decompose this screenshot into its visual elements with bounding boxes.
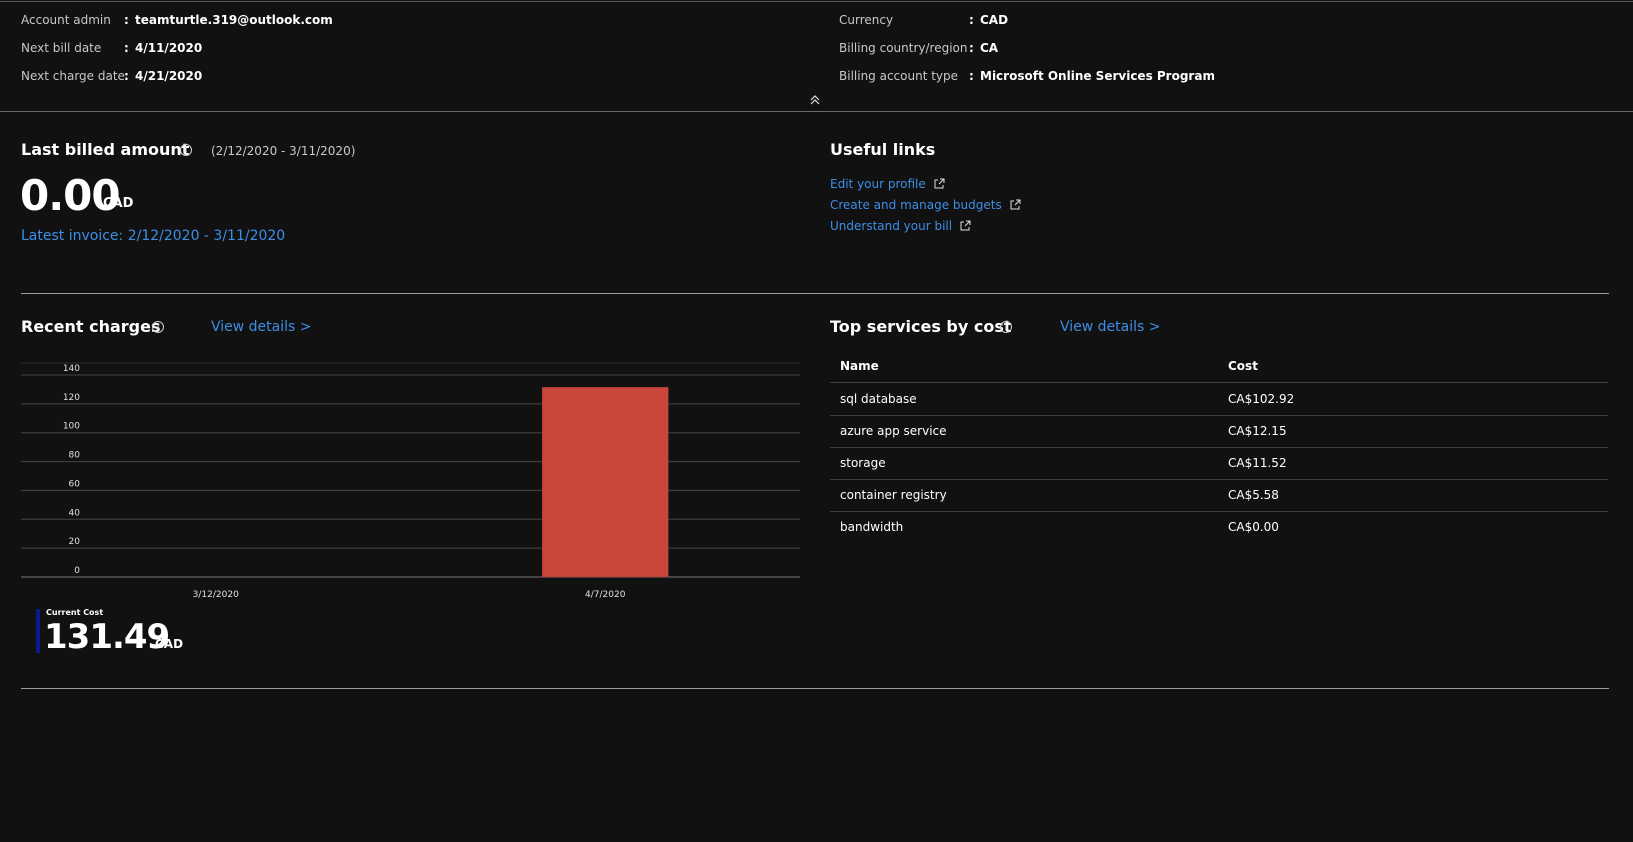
column-header-cost: Cost (1228, 359, 1258, 373)
service-name: storage (840, 456, 886, 470)
table-row: storage CA$11.52 (830, 447, 1608, 480)
billing-account-type-label: Billing account type (839, 69, 959, 83)
next-charge-date-value: 4/21/2020 (135, 69, 203, 83)
table-header-row: Name Cost (830, 350, 1608, 383)
top-services-title: Top services by cost (830, 317, 1012, 336)
service-name: container registry (840, 488, 947, 502)
latest-invoice-link[interactable]: Latest invoice: 2/12/2020 - 3/11/2020 (21, 228, 285, 244)
y-tick-label: 20 (69, 537, 81, 547)
recent-charges-view-details-link[interactable]: View details > (211, 319, 312, 335)
y-tick-label: 60 (69, 479, 81, 489)
external-link-icon (960, 220, 971, 231)
account-admin-label: Account admin (21, 13, 111, 27)
billing-country-value: CA (980, 41, 999, 55)
external-link-icon (934, 178, 945, 189)
external-link-icon (1010, 199, 1021, 210)
service-name: sql database (840, 392, 917, 406)
service-cost: CA$12.15 (1228, 424, 1287, 438)
next-charge-date-label: Next charge date (21, 69, 125, 83)
service-name: azure app service (840, 424, 947, 438)
edit-profile-link-wrap[interactable]: Edit your profile (830, 173, 945, 192)
recent-charges-title: Recent charges (21, 317, 161, 336)
service-cost: CA$11.52 (1228, 456, 1287, 470)
summary-divider (0, 111, 1633, 112)
current-cost-currency: CAD (155, 637, 184, 651)
info-icon[interactable]: i (180, 144, 192, 156)
next-bill-date-label: Next bill date (21, 41, 102, 55)
billing-country-label: Billing country/region (839, 41, 968, 55)
info-icon[interactable]: i (152, 321, 164, 333)
top-services-view-details-link[interactable]: View details > (1060, 319, 1161, 335)
column-header-name: Name (840, 359, 879, 373)
collapse-chevron-up-icon[interactable] (810, 94, 820, 106)
account-admin-value: teamturtle.319@outlook.com (135, 13, 333, 27)
y-tick-label: 120 (63, 393, 80, 403)
y-tick-label: 140 (63, 364, 80, 374)
colon: : (969, 13, 974, 27)
manage-budgets-link[interactable]: Create and manage budgets (830, 198, 1002, 212)
colon: : (124, 13, 129, 27)
service-cost: CA$0.00 (1228, 520, 1279, 534)
table-row: bandwidth CA$0.00 (830, 511, 1608, 543)
y-tick-label: 0 (74, 566, 80, 576)
top-border (0, 1, 1633, 2)
useful-links-title: Useful links (830, 140, 936, 159)
x-tick-label: 4/7/2020 (585, 590, 626, 600)
colon: : (124, 69, 129, 83)
colon: : (969, 69, 974, 83)
understand-bill-link[interactable]: Understand your bill (830, 219, 952, 233)
table-row: azure app service CA$12.15 (830, 415, 1608, 448)
colon: : (124, 41, 129, 55)
edit-profile-link[interactable]: Edit your profile (830, 177, 926, 191)
current-cost-amount: 131.49 (44, 617, 170, 657)
last-billed-title: Last billed amount (21, 140, 190, 159)
section-divider (21, 293, 1609, 294)
bottom-divider (21, 688, 1609, 689)
recent-charges-chart: 0 20 40 60 80 100 120 140 3/12/2020 4/7/2020 (21, 362, 800, 600)
last-billed-period: (2/12/2020 - 3/11/2020) (211, 144, 356, 158)
colon: : (969, 41, 974, 55)
table-row: sql database CA$102.92 (830, 383, 1608, 416)
service-cost: CA$5.58 (1228, 488, 1279, 502)
next-bill-date-value: 4/11/2020 (135, 41, 203, 55)
y-tick-label: 40 (69, 508, 81, 518)
current-cost-legend-label: Current Cost (46, 608, 104, 617)
service-cost: CA$102.92 (1228, 392, 1295, 406)
chart-bar (542, 387, 669, 578)
understand-bill-link-wrap[interactable]: Understand your bill (830, 215, 971, 234)
current-cost-legend-marker (36, 609, 40, 653)
currency-value: CAD (980, 13, 1009, 27)
x-tick-label: 3/12/2020 (193, 590, 239, 600)
service-name: bandwidth (840, 520, 904, 534)
last-billed-currency: CAD (103, 196, 134, 211)
info-icon[interactable]: i (1000, 321, 1012, 333)
table-row: container registry CA$5.58 (830, 479, 1608, 512)
manage-budgets-link-wrap[interactable]: Create and manage budgets (830, 194, 1021, 213)
currency-label: Currency (839, 13, 894, 27)
y-tick-label: 80 (69, 451, 81, 461)
billing-account-type-value: Microsoft Online Services Program (980, 69, 1215, 83)
y-tick-label: 100 (63, 422, 80, 432)
